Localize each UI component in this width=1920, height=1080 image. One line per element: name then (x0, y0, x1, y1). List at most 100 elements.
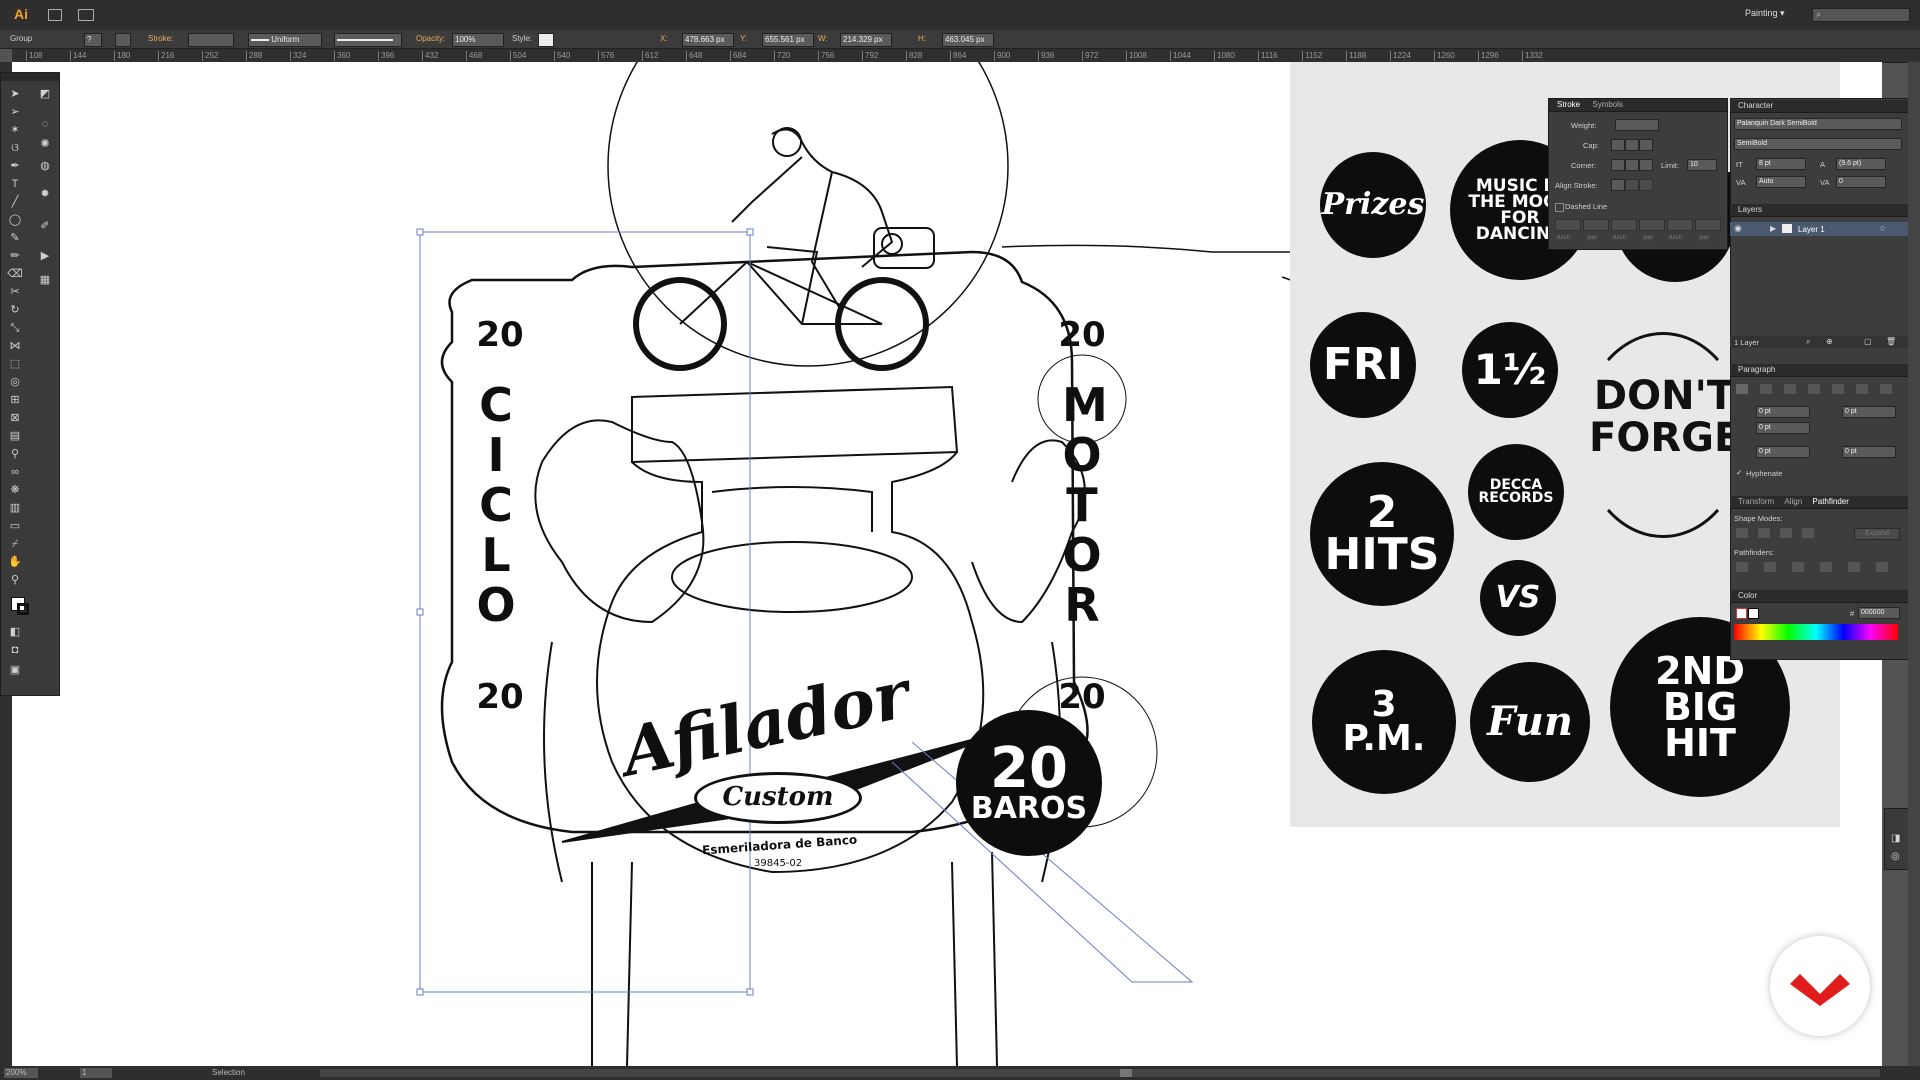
play-action-icon[interactable]: ▶ (37, 249, 53, 263)
right-indent-field[interactable]: 0 pt (1842, 406, 1896, 418)
justify-right-button[interactable] (1856, 384, 1868, 394)
paintbrush-tool-icon[interactable]: ✎ (7, 231, 23, 245)
artboard-alt-tool-icon[interactable]: ▭ (7, 519, 23, 533)
kerning-field[interactable]: Auto (1756, 176, 1806, 188)
direct-selection-tool-icon[interactable]: ➢ (7, 105, 23, 119)
layer-row[interactable]: ◉ ▶ Layer 1 ○ (1730, 222, 1908, 236)
graphic-styles-icon[interactable]: ◨ (1891, 833, 1900, 844)
dashed-line-checkbox[interactable] (1555, 203, 1564, 212)
line-tool-icon[interactable]: ╱ (7, 195, 23, 209)
corner-round-button[interactable] (1625, 159, 1639, 171)
stroke-label[interactable]: Stroke: (148, 34, 173, 43)
eraser-tool-icon[interactable]: ⌫ (7, 267, 23, 281)
locate-object-icon[interactable]: ⌕ (1806, 337, 1810, 347)
fill-swatch[interactable]: ? (84, 33, 102, 47)
scissors-tool-icon[interactable]: ✂ (7, 285, 23, 299)
paragraph-panel-title[interactable]: Paragraph (1730, 364, 1908, 377)
eyedropper-alt-tool-icon[interactable]: ⚲ (7, 447, 23, 461)
ellipse-tool-icon[interactable]: ◯ (7, 213, 23, 227)
cap-square-button[interactable] (1639, 139, 1653, 151)
limit-field[interactable]: 10 (1687, 159, 1717, 171)
width-field[interactable]: 214.329 px (840, 33, 892, 47)
tools-panel-grip[interactable] (1, 73, 59, 81)
free-transform-tool-icon[interactable]: ⬚ (7, 357, 23, 371)
space-before-field[interactable]: 0 pt (1756, 446, 1810, 458)
symbol-sprayer-icon[interactable]: ✺ (37, 137, 53, 151)
fill-none-swatch[interactable] (1736, 608, 1747, 619)
corner-miter-button[interactable] (1611, 159, 1625, 171)
eyedropper-tool-icon[interactable]: ✐ (37, 219, 53, 233)
vertical-scrollbar[interactable] (1908, 62, 1920, 1066)
column-graph-tool-icon[interactable]: ▥ (7, 501, 23, 515)
color-spectrum[interactable] (1734, 624, 1898, 640)
align-left-button[interactable] (1736, 384, 1748, 394)
magic-wand-tool-icon[interactable]: ✶ (7, 123, 23, 137)
justify-all-button[interactable] (1880, 384, 1892, 394)
variable-width-profile[interactable]: Uniform (248, 33, 322, 47)
space-after-field[interactable]: 0 pt (1842, 446, 1896, 458)
zoom-level-field[interactable]: 200% (4, 1068, 38, 1078)
width-tool-icon[interactable]: ⋈ (7, 339, 23, 353)
zoom-tool-icon[interactable]: ⚲ (7, 573, 23, 587)
gradient-tool-icon[interactable]: ▤ (7, 429, 23, 443)
divide-button[interactable] (1736, 562, 1748, 572)
table-icon[interactable]: ▦ (37, 273, 53, 287)
stroke-weight-field[interactable] (188, 33, 234, 47)
layer-name[interactable]: Layer 1 (1798, 225, 1825, 234)
stroke-black-swatch[interactable] (1748, 608, 1759, 619)
align-center-text-button[interactable] (1760, 384, 1772, 394)
hex-field[interactable]: 000000 (1858, 607, 1900, 619)
tab-align[interactable]: Align (1784, 497, 1802, 506)
delete-layer-icon[interactable]: 🗑 (1886, 337, 1896, 346)
expand-button[interactable]: Expand (1854, 528, 1900, 540)
x-position-field[interactable]: 478.663 px (682, 33, 734, 47)
shape-builder-tool-icon[interactable]: ◎ (7, 375, 23, 389)
left-indent-field[interactable]: 0 pt (1756, 406, 1810, 418)
screen-mode-icon[interactable]: ▣ (7, 663, 23, 677)
corner-bevel-button[interactable] (1639, 159, 1653, 171)
opacity-field[interactable]: 100% (452, 33, 504, 47)
gap-field-2[interactable] (1639, 219, 1665, 231)
graphic-style-swatch[interactable] (538, 33, 554, 47)
opacity-label[interactable]: Opacity: (416, 34, 445, 43)
tab-stroke[interactable]: Stroke (1557, 100, 1580, 109)
minus-back-button[interactable] (1876, 562, 1888, 572)
unite-button[interactable] (1736, 528, 1748, 538)
crop-button[interactable] (1820, 562, 1832, 572)
bridge-icon[interactable] (48, 9, 62, 21)
target-icon[interactable]: ○ (1880, 223, 1885, 233)
horizontal-scroll-thumb[interactable] (1120, 1069, 1132, 1077)
current-tool-display[interactable]: Selection (212, 1068, 245, 1077)
workspace-switcher[interactable]: Painting ▾ (1745, 8, 1785, 19)
align-center-button[interactable] (1611, 179, 1625, 191)
perspective-grid-tool-icon[interactable]: ⊞ (7, 393, 23, 407)
stroke-swatch[interactable] (115, 33, 131, 47)
blend-tool-icon[interactable]: ∞ (7, 465, 23, 479)
minus-front-button[interactable] (1758, 528, 1770, 538)
tab-symbols[interactable]: Symbols (1592, 100, 1623, 109)
exclude-button[interactable] (1802, 528, 1814, 538)
tab-transform[interactable]: Transform (1738, 497, 1774, 506)
y-position-field[interactable]: 655.561 px (762, 33, 814, 47)
color-mode-icon[interactable]: ◧ (7, 625, 23, 639)
symbol-tool-icon[interactable]: ❋ (7, 483, 23, 497)
graph-tool-icon[interactable]: ◍ (37, 159, 53, 173)
character-panel-title[interactable]: Character (1730, 100, 1908, 113)
outline-button[interactable] (1848, 562, 1860, 572)
arrange-documents-icon[interactable] (78, 9, 94, 21)
dash-field-3[interactable] (1667, 219, 1693, 231)
horizontal-scrollbar[interactable] (320, 1069, 1880, 1077)
artboard-navigation-field[interactable]: 1 (80, 1068, 112, 1078)
appearance-icon[interactable]: ◎ (1891, 851, 1900, 862)
hand-tool-icon[interactable]: ✋ (7, 555, 23, 569)
align-outside-button[interactable] (1639, 179, 1653, 191)
dash-field-1[interactable] (1555, 219, 1581, 231)
merge-button[interactable] (1792, 562, 1804, 572)
cap-butt-button[interactable] (1611, 139, 1625, 151)
intersect-button[interactable] (1780, 528, 1792, 538)
visibility-eye-icon[interactable]: ◉ (1734, 223, 1742, 234)
lasso-tool-icon[interactable]: ଓ (7, 141, 23, 155)
trim-button[interactable] (1764, 562, 1776, 572)
search-input[interactable]: ⌕ (1812, 8, 1910, 22)
blob-brush-tool-icon[interactable]: ◌ (37, 117, 53, 131)
